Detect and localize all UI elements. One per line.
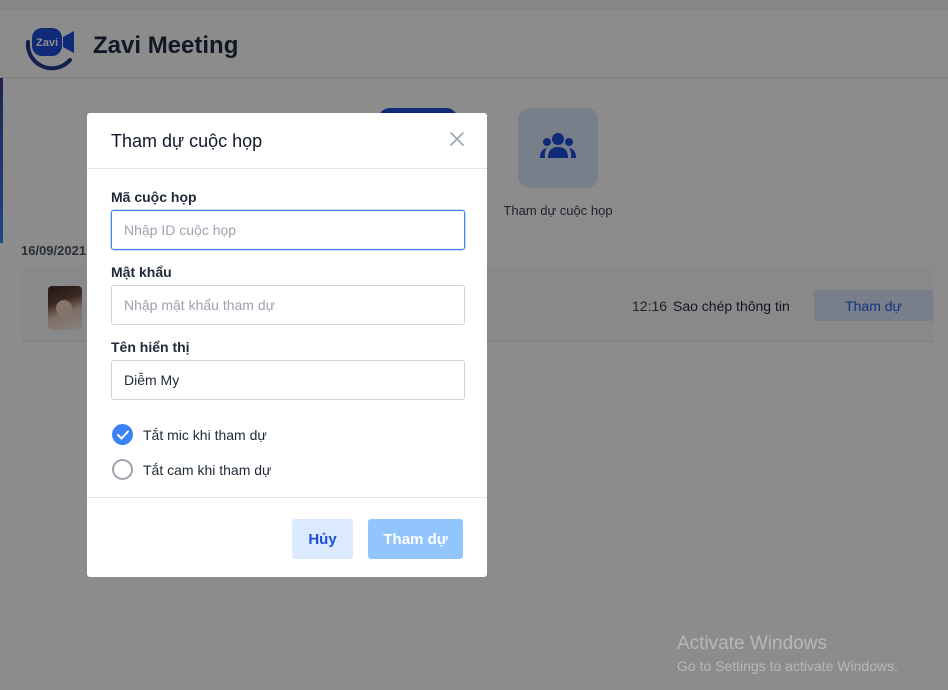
join-button[interactable]: Tham dự <box>368 519 463 559</box>
dialog-title: Tham dự cuộc họp <box>111 131 263 151</box>
close-button[interactable] <box>445 129 469 153</box>
watermark-title: Activate Windows <box>677 633 827 654</box>
close-icon <box>450 131 464 151</box>
dialog-footer: Hủy Tham dự <box>87 497 487 577</box>
meeting-id-input[interactable] <box>111 210 465 250</box>
password-input[interactable] <box>111 285 465 325</box>
meeting-id-label: Mã cuộc họp <box>111 189 197 205</box>
dialog-header: Tham dự cuộc họp <box>87 113 487 169</box>
mute-mic-label: Tắt mic khi tham dự <box>143 426 267 443</box>
cancel-button[interactable]: Hủy <box>292 519 353 559</box>
display-name-label: Tên hiển thị <box>111 339 190 355</box>
password-label: Mật khẩu <box>111 264 172 280</box>
watermark-subtitle: Go to Settings to activate Windows. <box>677 658 898 674</box>
mute-mic-checkbox[interactable]: Tắt mic khi tham dự <box>112 424 267 445</box>
checkbox-checked-icon <box>112 424 133 445</box>
join-meeting-dialog: Tham dự cuộc họp Mã cuộc họp Mật khẩu Tê… <box>87 113 487 577</box>
windows-activation-watermark: Activate Windows Go to Settings to activ… <box>677 633 898 674</box>
turn-off-camera-checkbox[interactable]: Tắt cam khi tham dự <box>112 459 271 480</box>
checkbox-unchecked-icon <box>112 459 133 480</box>
turn-off-camera-label: Tắt cam khi tham dự <box>143 461 272 478</box>
display-name-input[interactable] <box>111 360 465 400</box>
